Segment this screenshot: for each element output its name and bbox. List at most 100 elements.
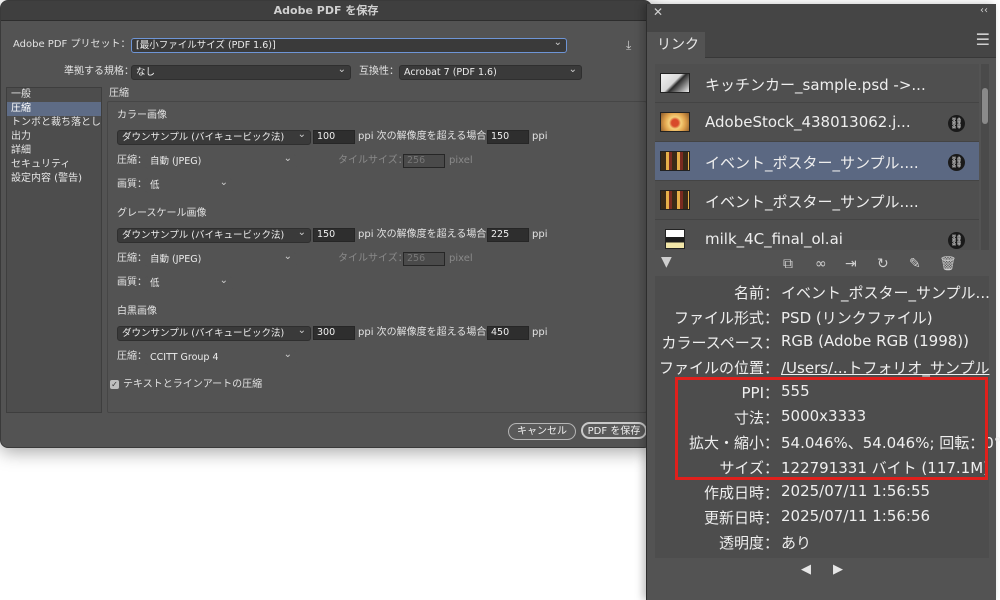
gray-quality-label: 画質： [117,277,147,288]
link-item[interactable]: キッチンカー_sample.psd ->... [655,64,979,103]
compat-label: 互換性： [359,66,399,77]
color-compression-label: 圧縮： [117,155,147,166]
pdf-save-dialog: Adobe PDF を保存 Adobe PDF プリセット： [最小ファイルサイ… [0,0,652,448]
color-quality-select[interactable]: 低 [145,178,233,193]
info-row: 名前： イベント_ポスター_サンプル... [655,282,990,306]
link-name: キッチンカー_sample.psd ->... [705,76,926,94]
cancel-button[interactable]: キャンセル [508,423,576,440]
mono-sample-ppi-input[interactable]: 300 [313,326,355,340]
category-summary[interactable]: 設定内容 (警告) [7,172,101,186]
link-name: イベント_ポスター_サンプル.... [705,154,919,172]
compat-select[interactable]: Acrobat 7 (PDF 1.6) [399,65,582,80]
previous-arrow-icon[interactable]: ◀ [801,562,811,577]
relink-cc-icon[interactable]: ⧉ [783,256,793,272]
info-value: RGB (Adobe RGB (1998)) [781,332,970,350]
info-row: ファイル形式： PSD (リンクファイル) [655,307,989,331]
preset-select[interactable]: [最小ファイルサイズ (PDF 1.6)] [131,38,567,53]
link-status-icon: ⛓ [948,115,965,132]
category-advanced[interactable]: 詳細 [7,144,101,158]
links-panel: ✕ ‹‹ リンク ☰ キッチンカー_sample.psd ->... Adobe… [646,4,1000,600]
text-compress-checkbox[interactable]: ✓ [110,380,119,389]
info-key: ファイルの位置： [658,359,779,377]
color-tile-input[interactable]: 256 [403,154,445,168]
gray-images-title: グレースケール画像 [117,208,207,219]
color-tile-label: タイルサイズ： [338,155,408,166]
link-item[interactable]: milk_4C_final_ol.ai ⛓ [655,220,979,250]
link-status-icon: ⛓ [948,232,965,249]
link-thumbnail [665,229,685,249]
info-value: イベント_ポスター_サンプル... [781,284,990,302]
preset-label: Adobe PDF プリセット： [13,39,131,50]
gray-tile-input[interactable]: 256 [403,252,445,266]
color-threshold-ppi-input[interactable]: 150 [487,130,529,144]
gray-threshold-label: ppi 次の解像度を超える場合 [358,229,487,240]
next-arrow-icon[interactable]: ▶ [833,562,843,577]
gray-quality-select[interactable]: 低 [145,276,233,291]
mono-compression-label: 圧縮： [117,351,147,362]
close-icon[interactable]: ✕ [653,5,663,19]
gray-compression-select[interactable]: 自動 (JPEG) [145,252,297,267]
edit-original-icon[interactable]: ✎ [909,256,921,272]
info-value: あり [781,534,812,552]
color-threshold-label: ppi 次の解像度を超える場合 [358,131,487,142]
panel-header-bar: ✕ ‹‹ [647,4,996,22]
gray-tile-label: タイルサイズ： [338,253,408,264]
link-item[interactable]: イベント_ポスター_サンプル.... [655,181,979,220]
gray-tile-unit: pixel [449,253,473,264]
mono-sample-method-select[interactable]: ダウンサンプル (バイキュービック法) [117,326,311,341]
info-row: 作成日時： 2025/07/11 1:56:55 [655,482,989,506]
info-row: カラースペース： RGB (Adobe RGB (1998)) [655,332,989,356]
gray-sample-ppi-input[interactable]: 150 [313,228,355,242]
relink-icon[interactable]: ∞ [815,256,827,272]
collapse-icon[interactable]: ‹‹ [980,5,988,16]
link-item[interactable]: AdobeStock_438013062.j... ⛓ [655,103,979,142]
link-status-icon: ⛓ [948,154,965,171]
info-value: 2025/07/11 1:56:55 [781,482,931,500]
link-list-scrollbar[interactable] [981,64,989,250]
color-sample-ppi-input[interactable]: 100 [313,130,355,144]
mono-ppi-unit: ppi [532,327,548,338]
standard-select[interactable]: なし [131,65,351,80]
save-preset-icon[interactable]: ⤓ [626,38,631,53]
mono-images-title: 白黒画像 [117,306,157,317]
scrollbar-thumb[interactable] [982,88,988,124]
category-compression[interactable]: 圧縮 [7,102,101,116]
panel-menu-icon[interactable]: ☰ [976,30,990,49]
tab-links[interactable]: リンク [647,32,705,59]
show-info-toggle-icon[interactable]: ▼ [661,254,672,270]
goto-link-icon[interactable]: ⇥ [845,256,857,272]
category-marks-bleeds[interactable]: トンボと裁ち落とし [7,116,101,130]
save-pdf-button[interactable]: PDF を保存 [581,422,647,439]
update-link-icon[interactable]: ↻ [877,256,889,272]
color-quality-label: 画質： [117,179,147,190]
category-general[interactable]: 一般 [7,88,101,102]
link-thumbnail [660,73,690,93]
mono-threshold-ppi-input[interactable]: 450 [487,326,529,340]
color-images-title: カラー画像 [117,110,167,121]
link-name: AdobeStock_438013062.j... [705,113,911,131]
link-list: キッチンカー_sample.psd ->... AdobeStock_43801… [655,64,979,250]
info-value: PSD (リンクファイル) [781,309,933,327]
gray-sample-method-select[interactable]: ダウンサンプル (バイキュービック法) [117,228,311,243]
mono-compression-select[interactable]: CCITT Group 4 [145,350,297,365]
info-key: 更新日時： [703,509,779,527]
color-tile-unit: pixel [449,155,473,166]
color-compression-select[interactable]: 自動 (JPEG) [145,154,297,169]
trash-icon[interactable]: 🗑 [939,256,957,272]
link-name: milk_4C_final_ol.ai [705,230,843,248]
info-key: ファイル形式： [673,309,779,327]
color-sample-method-select[interactable]: ダウンサンプル (バイキュービック法) [117,130,311,145]
info-row: 更新日時： 2025/07/11 1:56:56 [655,507,989,531]
color-ppi-unit: ppi [532,131,548,142]
gray-threshold-ppi-input[interactable]: 225 [487,228,529,242]
info-key: 名前： [733,284,779,302]
gray-ppi-unit: ppi [532,229,548,240]
category-output[interactable]: 出力 [7,130,101,144]
link-thumbnail [660,190,690,210]
category-security[interactable]: セキュリティ [7,158,101,172]
link-item-selected[interactable]: イベント_ポスター_サンプル.... ⛓ [655,142,979,181]
text-compress-label: テキストとラインアートの圧縮 [123,379,263,390]
gray-compression-label: 圧縮： [117,253,147,264]
file-location-link[interactable]: /Users/...トフォリオ_サンプル [781,357,989,378]
highlight-annotation-box [675,377,988,480]
